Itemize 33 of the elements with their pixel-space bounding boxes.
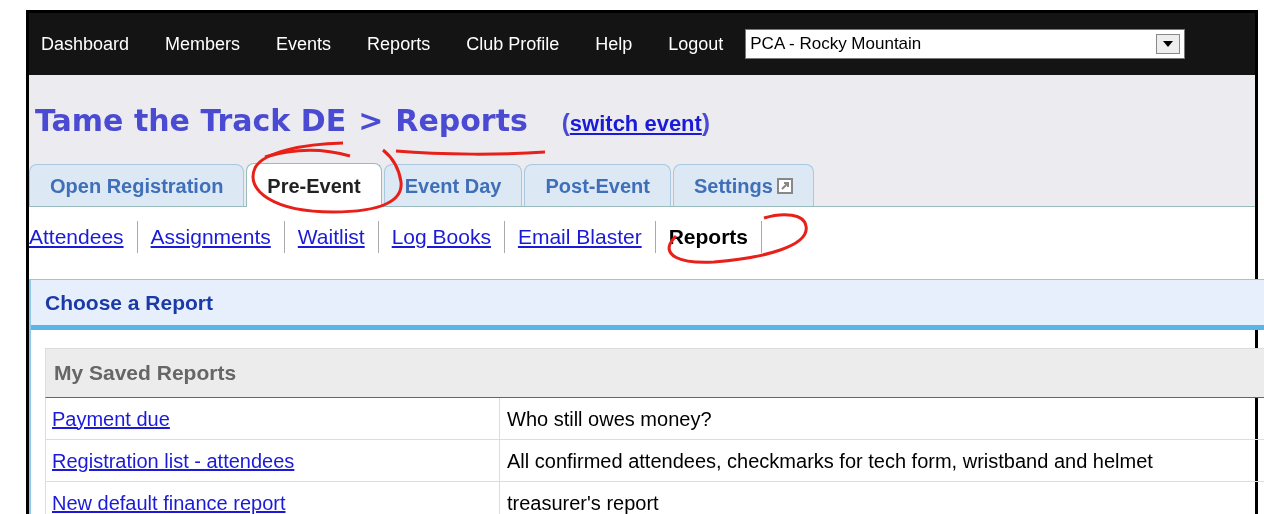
paren: ( [561, 108, 570, 138]
tab[interactable]: Open Registration [29, 164, 245, 206]
report-link[interactable]: New default finance report [52, 487, 286, 514]
nav-link[interactable]: Events [276, 30, 332, 58]
table-cell-text: Who still owes money? [506, 406, 713, 432]
subnav-link[interactable]: Assignments [137, 221, 285, 253]
tab[interactable]: Event Day [383, 164, 523, 206]
subnav-link[interactable]: Email Blaster [504, 221, 656, 253]
section-title: My Saved Reports [54, 360, 237, 387]
nav-link[interactable]: Members [165, 30, 241, 58]
subnav-link[interactable]: Log Books [378, 221, 505, 253]
subnav-link[interactable]: Reports [655, 221, 762, 253]
nav-link[interactable]: Reports [367, 30, 431, 58]
event-title: Tame the Track DE [35, 106, 347, 136]
table-cell-text: treasurer's report [506, 490, 660, 514]
nav-link[interactable]: Logout [668, 30, 724, 58]
report-link[interactable]: Payment due [52, 403, 170, 434]
nav-link[interactable]: Club Profile [466, 30, 560, 58]
subnav-link[interactable]: Waitlist [284, 221, 379, 253]
tab[interactable]: Pre-Event [246, 163, 382, 207]
table-cell-text: All confirmed attendees, checkmarks for tech form, wristband and helmet [506, 448, 1154, 474]
tab[interactable]: Post-Event [524, 164, 671, 206]
paren: ) [701, 108, 710, 138]
tab[interactable]: Settings [672, 164, 814, 206]
select-value: PCA - Rocky Mountain [750, 33, 922, 56]
club-select[interactable]: PCA - Rocky Mountain [745, 29, 1186, 59]
breadcrumb-separator: > [358, 106, 384, 136]
subnav-link[interactable]: Attendees [29, 221, 138, 253]
page-title: Reports [395, 106, 528, 136]
panel-title: Choose a Report [45, 289, 214, 316]
nav-link[interactable]: Help [595, 30, 633, 58]
nav-link[interactable]: Dashboard [41, 30, 130, 58]
report-link[interactable]: Registration list - attendees [52, 445, 295, 476]
